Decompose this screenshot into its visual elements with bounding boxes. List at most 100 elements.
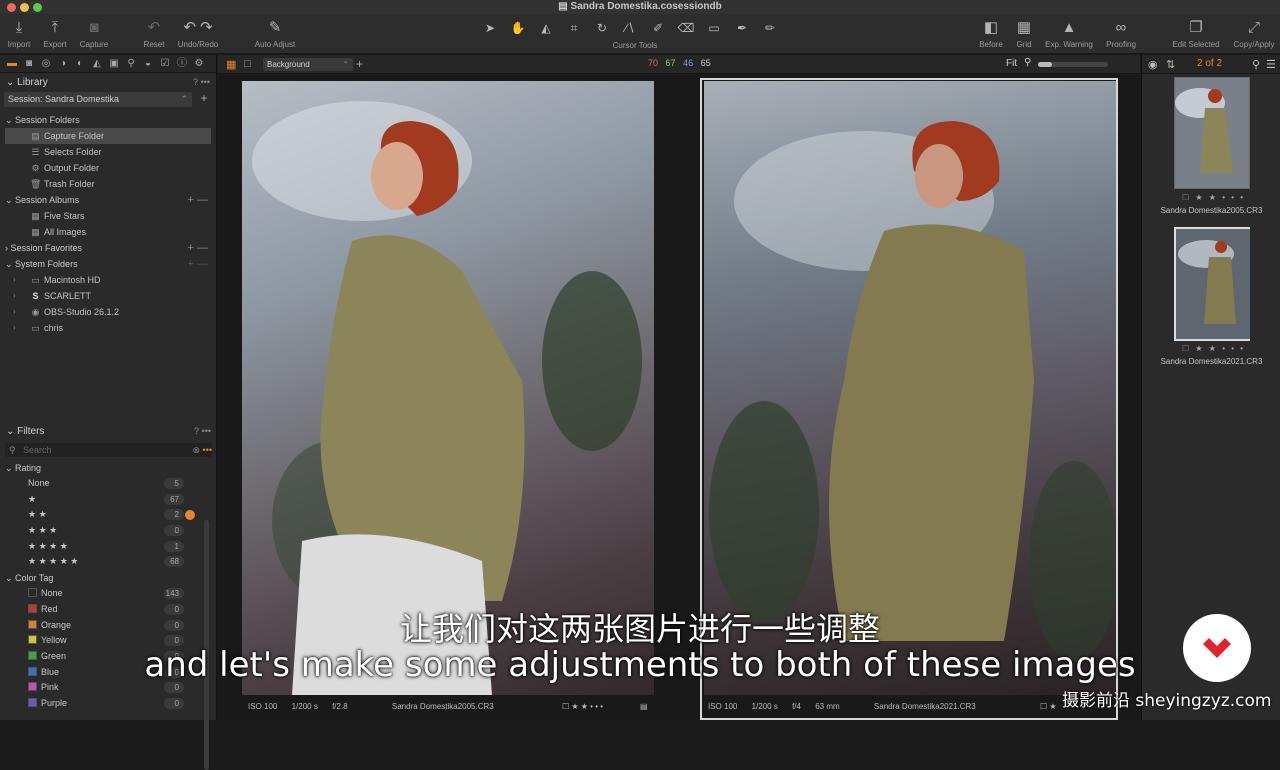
undo-redo-button[interactable]: ↶ ↷ Undo/Redo <box>176 16 220 49</box>
menu-icon[interactable]: ☰ <box>1266 58 1276 71</box>
eraser-icon[interactable]: ⌫ <box>674 19 698 37</box>
color-tab-icon[interactable]: ◑ <box>56 57 70 71</box>
shape-tool-icon[interactable]: ◭ <box>534 19 558 37</box>
before-button[interactable]: ◧ Before <box>976 16 1006 49</box>
exposure-tab-icon[interactable]: ◐ <box>73 57 87 71</box>
edit-selected-button[interactable]: ❐ Edit Selected <box>1168 16 1224 49</box>
folder-selects[interactable]: ☰ Selects Folder <box>0 144 216 160</box>
expand-icon[interactable]: › <box>13 304 16 320</box>
expand-icon[interactable]: › <box>13 320 16 336</box>
thumbnail-2005[interactable] <box>1174 77 1250 189</box>
rating-row[interactable]: ★ ★ ★ ★ ★ 68 <box>0 554 217 570</box>
single-view-icon[interactable]: □ <box>244 58 251 70</box>
system-obs-studio[interactable]: › ◉ OBS-Studio 26.1.2 <box>0 304 216 320</box>
rating-row[interactable]: ★ 67 <box>0 492 217 508</box>
batch-tab-icon[interactable]: ☑ <box>158 57 172 71</box>
info-tab-icon[interactable]: ⓘ <box>175 57 189 71</box>
rating-header[interactable]: ⌄ Rating <box>0 460 217 476</box>
thumbnail-2021[interactable] <box>1174 227 1250 341</box>
reset-button[interactable]: ↶ Reset <box>140 16 168 49</box>
add-session-icon[interactable]: + <box>196 91 212 105</box>
library-tab-icon[interactable]: ▬ <box>5 57 19 71</box>
panel-help-menu-icon[interactable]: ? ••• <box>194 426 211 436</box>
add-icon[interactable]: + <box>356 57 363 71</box>
checkbox-icon[interactable]: ☐ <box>1182 344 1195 353</box>
fit-label[interactable]: Fit <box>1006 58 1017 69</box>
filters-panel-header[interactable]: ⌄ Filters ? ••• <box>0 422 217 440</box>
filter-search-input[interactable]: ⚲ Search ⊗ ••• <box>5 443 212 457</box>
grid-button[interactable]: ▦ Grid <box>1012 16 1036 49</box>
close-window-button[interactable] <box>7 3 16 12</box>
system-chris[interactable]: › ▭ chris <box>0 320 216 336</box>
system-folders-header[interactable]: ⌄ System Folders + — <box>0 256 216 272</box>
thumbnail-rating[interactable]: ☐ ★ ★ • • • <box>1182 193 1245 202</box>
copy-apply-button[interactable]: ⤢ Copy/Apply <box>1230 16 1278 49</box>
rating-row[interactable]: ★ ★ ★ 0 <box>0 523 217 539</box>
expand-icon[interactable]: › <box>13 272 16 288</box>
pan-hand-icon[interactable]: ✋ <box>506 19 530 37</box>
rating-row[interactable]: None 5 <box>0 476 217 492</box>
keystone-tool-icon[interactable]: ∕∖ <box>618 19 642 37</box>
session-favorites-header[interactable]: › Session Favorites + — <box>0 240 216 256</box>
crop-tool-icon[interactable]: ⌗ <box>562 19 586 37</box>
healing-icon[interactable]: ✏ <box>758 19 782 37</box>
minimize-window-button[interactable] <box>20 3 29 12</box>
session-folders-header[interactable]: ⌄ Session Folders <box>0 112 216 128</box>
import-button[interactable]: ⤓ Import <box>6 16 32 49</box>
search-options-icon[interactable]: ••• <box>203 443 212 457</box>
rating-stars-2[interactable]: ☐ ★ <box>1040 702 1057 711</box>
zoom-slider[interactable] <box>1038 62 1108 67</box>
select-cursor-icon[interactable]: ➤ <box>478 19 502 37</box>
edit-selected-icon: ❐ <box>1189 19 1203 36</box>
checkbox-icon[interactable]: ☐ <box>1182 193 1195 202</box>
settings-tab-icon[interactable]: ⚙ <box>192 57 206 71</box>
capture-button[interactable]: ◙ Capture <box>77 16 111 49</box>
export-button[interactable]: ⤒ Export <box>40 16 70 49</box>
add-system-folder-icon[interactable]: + — <box>188 256 208 272</box>
eye-icon[interactable]: ◉ <box>1148 58 1158 71</box>
multi-view-icon[interactable]: ▦ <box>226 58 236 71</box>
add-favorite-icon[interactable]: + — <box>188 240 208 256</box>
rating-row[interactable]: ★ ★ 2 <box>0 507 217 523</box>
folder-trash[interactable]: 🗑 Trash Folder <box>0 176 216 192</box>
color-tag-row[interactable]: Purple 0 <box>0 696 217 712</box>
rating-row[interactable]: ★ ★ ★ ★ 1 <box>0 539 217 555</box>
library-panel-header[interactable]: ⌄ Library ? ••• <box>0 73 216 91</box>
folder-capture[interactable]: ▤ Capture Folder <box>5 128 211 144</box>
details-tab-icon[interactable]: ◭ <box>90 57 104 71</box>
album-all-images[interactable]: ▦ All Images <box>0 224 216 240</box>
session-albums-header[interactable]: ⌄ Session Albums + — <box>0 192 216 208</box>
annotation-icon[interactable]: ▭ <box>702 19 726 37</box>
output-tab-icon[interactable]: ◒ <box>141 57 155 71</box>
system-scarlett[interactable]: › S SCARLETT <box>0 288 216 304</box>
rating-stars-1[interactable]: ☐ ★ ★ • • • <box>562 702 603 711</box>
color-tag-row[interactable]: None 143 <box>0 586 217 602</box>
mask-brush-icon[interactable]: ✐ <box>646 19 670 37</box>
search-icon[interactable]: ⚲ <box>1252 58 1260 71</box>
proofing-button[interactable]: ∞ Proofing <box>1102 16 1140 49</box>
viewer-image-2005[interactable] <box>242 81 654 695</box>
clear-search-icon[interactable]: ⊗ <box>192 443 200 457</box>
color-tag-header[interactable]: ⌄ Color Tag <box>0 570 217 586</box>
zoom-slider-thumb[interactable] <box>1038 62 1052 67</box>
lens-tab-icon[interactable]: ◎ <box>39 57 53 71</box>
capture-folder-icon: ▤ <box>31 131 40 141</box>
local-adjust-tab-icon[interactable]: ▣ <box>107 57 121 71</box>
session-select[interactable]: Session: Sandra Domestika ⌃ <box>4 92 192 107</box>
album-five-stars[interactable]: ▦ Five Stars <box>0 208 216 224</box>
system-macintosh-hd[interactable]: › ▭ Macintosh HD <box>0 272 216 288</box>
panel-help-menu-icon[interactable]: ? ••• <box>193 77 210 87</box>
thumbnail-rating[interactable]: ☐ ★ ★ • • • <box>1182 344 1245 353</box>
capture-tab-icon[interactable]: ◙ <box>22 57 36 71</box>
sort-icon[interactable]: ⇅ <box>1166 58 1175 71</box>
zoom-window-button[interactable] <box>33 3 42 12</box>
exposure-warning-button[interactable]: ▲ Exp. Warning <box>1042 16 1096 49</box>
auto-adjust-button[interactable]: ✎ Auto Adjust <box>252 16 298 49</box>
picker-icon[interactable]: ✒ <box>730 19 754 37</box>
search-tab-icon[interactable]: ⚲ <box>124 57 138 71</box>
expand-icon[interactable]: › <box>13 288 16 304</box>
add-album-icon[interactable]: + — <box>188 192 208 208</box>
rotate-tool-icon[interactable]: ↻ <box>590 19 614 37</box>
folder-output[interactable]: ⚙ Output Folder <box>0 160 216 176</box>
background-select[interactable]: Background ⌃ <box>263 58 353 71</box>
